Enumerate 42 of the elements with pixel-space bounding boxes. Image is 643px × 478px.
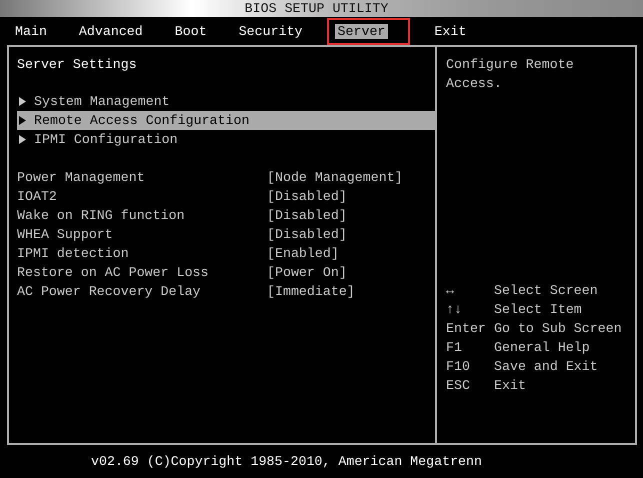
key-name: ↑↓ <box>446 301 463 319</box>
copyright-text: v02.69 (C)Copyright 1985-2010, American Megatrenn <box>90 453 483 471</box>
key-name: Enter <box>446 320 487 338</box>
menu-tab[interactable]: Exit <box>426 18 474 44</box>
key-name: ↔ <box>446 282 455 300</box>
setting-label[interactable]: IOAT2 <box>17 187 267 206</box>
key-action: Select Item <box>494 301 582 319</box>
setting-label[interactable]: Wake on RING function <box>17 206 267 225</box>
setting-label[interactable]: WHEA Support <box>17 225 267 244</box>
submenu-item[interactable]: IPMI Configuration <box>17 130 435 149</box>
setting-value[interactable]: [Immediate] <box>267 282 355 301</box>
key-action: Exit <box>494 377 526 395</box>
submenu-item[interactable]: System Management <box>17 92 435 111</box>
menu-tab[interactable]: Boot <box>166 18 215 44</box>
key-action: Select Screen <box>494 282 598 300</box>
setting-label[interactable]: Power Management <box>17 168 267 187</box>
help-text: Configure Remote Access. <box>446 56 575 93</box>
key-name: F1 <box>446 339 463 357</box>
setting-value[interactable]: [Node Management] <box>267 168 403 187</box>
menu-tab[interactable]: Advanced <box>70 18 151 44</box>
triangle-icon <box>19 135 26 144</box>
setting-value[interactable]: [Disabled] <box>267 225 347 244</box>
triangle-icon <box>19 97 26 106</box>
setting-value[interactable]: [Disabled] <box>267 187 347 206</box>
setting-value[interactable]: [Disabled] <box>267 206 347 225</box>
submenu-item[interactable]: Remote Access Configuration <box>17 111 435 130</box>
key-action: Save and Exit <box>494 358 598 376</box>
key-name: F10 <box>446 358 471 376</box>
setting-label[interactable]: IPMI detection <box>17 244 267 263</box>
key-action: Go to Sub Screen <box>494 320 622 338</box>
window-title: BIOS SETUP UTILITY <box>244 0 388 17</box>
setting-value[interactable]: [Enabled] <box>267 244 339 263</box>
key-action: General Help <box>494 339 590 357</box>
menu-tab[interactable]: Security <box>230 18 311 44</box>
panel-title: Server Settings <box>17 56 138 74</box>
key-name: ESC <box>446 377 471 395</box>
menu-tab[interactable]: Server <box>326 18 410 44</box>
setting-value[interactable]: [Power On] <box>267 263 347 282</box>
setting-label[interactable]: Restore on AC Power Loss <box>17 263 267 282</box>
menu-tab[interactable]: Main <box>7 18 55 44</box>
setting-label[interactable]: AC Power Recovery Delay <box>17 282 267 301</box>
triangle-icon <box>19 116 26 125</box>
